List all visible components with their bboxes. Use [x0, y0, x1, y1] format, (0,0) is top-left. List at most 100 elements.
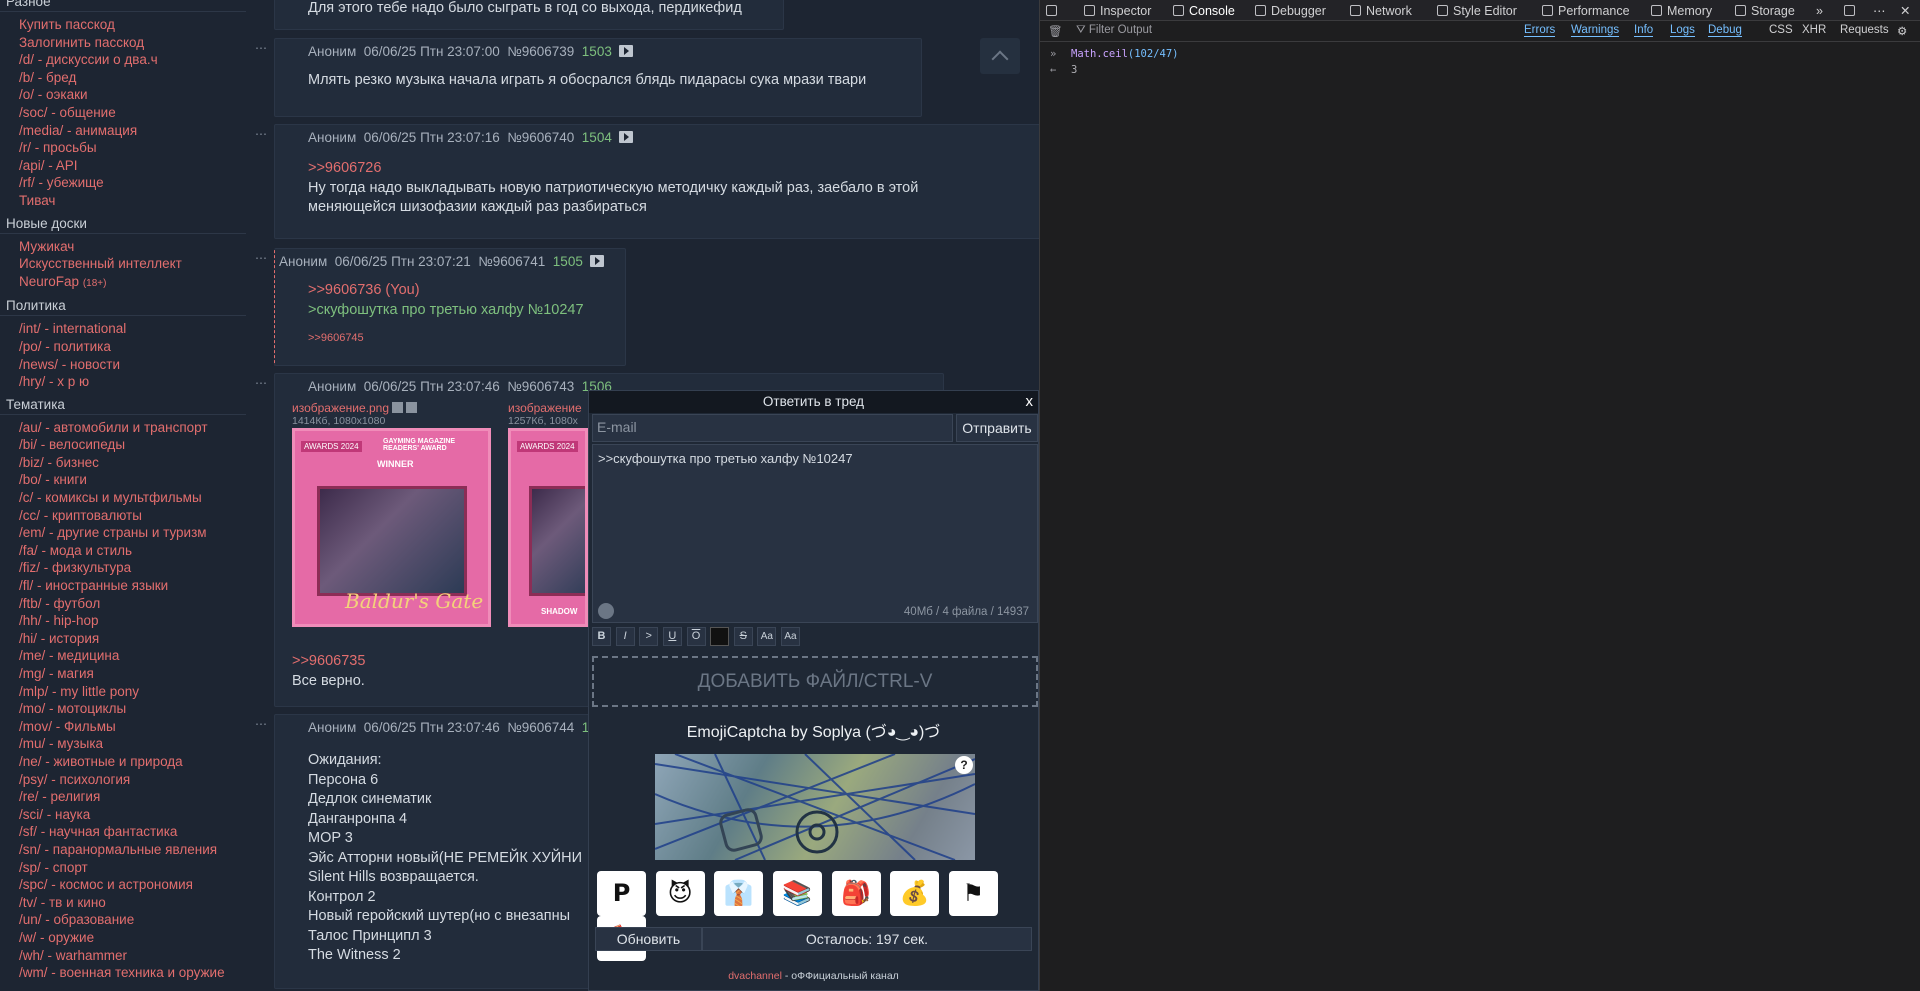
filter-debug[interactable]: Debug [1708, 24, 1742, 37]
board-link[interactable]: /r/ - просьбы [0, 139, 246, 157]
filter-xhr[interactable]: XHR [1802, 24, 1826, 36]
italic-button[interactable]: I [615, 627, 635, 646]
board-link[interactable]: /sp/ - спорт [0, 859, 246, 877]
board-link[interactable]: Искусственный интеллект [0, 255, 246, 273]
board-link[interactable]: /un/ - образование [0, 911, 246, 929]
dock-icon[interactable] [1844, 2, 1860, 20]
download-icon[interactable] [406, 402, 418, 413]
post-menu-icon[interactable]: ⋯ [255, 376, 267, 390]
message-textarea[interactable]: >>скуфошутка про третью халфу №10247 40М… [592, 444, 1038, 623]
settings-gear-icon[interactable]: ⚙ [1897, 24, 1907, 38]
board-link[interactable]: /re/ - религия [0, 788, 246, 806]
board-link[interactable]: /fa/ - мода и стиль [0, 542, 246, 560]
board-link[interactable]: /cc/ - криптовалюты [0, 507, 246, 525]
board-link[interactable]: /sn/ - паранормальные явления [0, 841, 246, 859]
board-link[interactable]: /ftb/ - футбол [0, 595, 246, 613]
board-link[interactable]: /wh/ - warhammer [0, 947, 246, 965]
email-field[interactable]: E-mail [592, 414, 953, 442]
overline-button[interactable]: O [686, 627, 706, 646]
tab-console[interactable]: Console [1173, 2, 1235, 20]
quote-button[interactable]: > [639, 627, 659, 646]
board-link[interactable]: /psy/ - психология [0, 771, 246, 789]
board-link[interactable]: /sf/ - научная фантастика [0, 823, 246, 841]
play-icon[interactable] [589, 255, 604, 267]
filter-info[interactable]: Info [1634, 24, 1654, 37]
tab-memory[interactable]: Memory [1651, 2, 1712, 20]
send-button[interactable]: Отправить [956, 414, 1038, 442]
spoiler-button[interactable] [710, 627, 730, 646]
bold-button[interactable]: B [592, 627, 611, 646]
play-icon[interactable] [618, 131, 633, 143]
add-file-dropzone[interactable]: ДОБАВИТЬ ФАЙЛ/CTRL-V [592, 656, 1038, 707]
post-menu-icon[interactable]: ⋯ [255, 127, 267, 141]
post-id[interactable]: №9606744 [507, 720, 574, 735]
board-link[interactable]: /api/ - API [0, 157, 246, 175]
tab-performance[interactable]: Performance [1542, 2, 1630, 20]
close-devtools-icon[interactable]: ✕ [1900, 2, 1910, 20]
subscript-button[interactable]: Aa [781, 627, 800, 646]
board-link[interactable]: /news/ - новости [0, 356, 246, 374]
element-picker-icon[interactable] [1046, 2, 1062, 20]
channel-link[interactable]: dvachannel [728, 970, 782, 982]
filter-warnings[interactable]: Warnings [1571, 24, 1620, 37]
filter-requests[interactable]: Requests [1840, 24, 1889, 36]
refresh-captcha-button[interactable]: Обновить [595, 927, 702, 951]
board-link[interactable]: /po/ - политика [0, 338, 246, 356]
board-link[interactable]: /mu/ - музыка [0, 735, 246, 753]
console-output[interactable]: » Math.ceil(102/47) ← 3 [1040, 42, 1920, 80]
board-link[interactable]: /mov/ - Фильмы [0, 718, 246, 736]
flag-icon[interactable]: ⚑ [948, 871, 998, 916]
menu-icon[interactable]: ⋯ [1873, 2, 1886, 20]
board-link[interactable]: Залогинить пасскод [0, 34, 246, 52]
board-link[interactable]: /b/ - бред [0, 69, 246, 87]
scroll-up-button[interactable] [980, 38, 1020, 74]
board-link[interactable]: /spc/ - космос и астрономия [0, 876, 246, 894]
image-thumbnail[interactable]: AWARDS 2024 GAYMING MAGAZINE READERS' AW… [292, 428, 491, 627]
board-link[interactable]: /hi/ - история [0, 630, 246, 648]
books-icon[interactable]: 📚 [772, 871, 822, 916]
board-link[interactable]: /em/ - другие страны и туризм [0, 524, 246, 542]
reply-link[interactable]: >>9606726 [308, 159, 1029, 179]
post-id[interactable]: №9606739 [507, 44, 574, 59]
filter-css[interactable]: CSS [1769, 24, 1793, 36]
board-link[interactable]: /int/ - international [0, 320, 246, 338]
underline-button[interactable]: U [662, 627, 682, 646]
board-link[interactable]: /tv/ - тв и кино [0, 894, 246, 912]
backlink[interactable]: >>9606745 [308, 332, 611, 344]
post-menu-icon[interactable]: ⋯ [255, 41, 267, 55]
board-link[interactable]: /ne/ - животные и природа [0, 753, 246, 771]
board-link[interactable]: /wm/ - военная техника и оружие [0, 964, 246, 982]
reply-form-header[interactable]: Ответить в тред x [589, 391, 1038, 413]
board-link[interactable]: /bi/ - велосипеды [0, 436, 246, 454]
filter-errors[interactable]: Errors [1524, 24, 1556, 37]
board-link[interactable]: /d/ - дискуссии о два.ч [0, 51, 246, 69]
board-link[interactable]: /fl/ - иностранные языки [0, 577, 246, 595]
board-link[interactable]: /soc/ - общение [0, 104, 246, 122]
board-link[interactable]: /rf/ - убежище [0, 174, 246, 192]
tab-inspector[interactable]: Inspector [1084, 2, 1151, 20]
post-menu-icon[interactable]: ⋯ [255, 251, 267, 265]
emoji-icon[interactable] [598, 603, 614, 619]
reply-link[interactable]: >>9606735 [292, 652, 365, 672]
captcha-help-icon[interactable]: ? [955, 756, 973, 774]
board-link[interactable]: /au/ - автомобили и транспорт [0, 419, 246, 437]
board-link[interactable]: /sci/ - наука [0, 806, 246, 824]
filter-logs[interactable]: Logs [1670, 24, 1695, 37]
board-link[interactable]: /fiz/ - физкультура [0, 559, 246, 577]
trash-icon[interactable]: 🗑 [1048, 24, 1063, 38]
board-link[interactable]: /mo/ - мотоциклы [0, 700, 246, 718]
close-button[interactable]: x [1026, 391, 1034, 413]
suit-icon[interactable]: 👔 [714, 871, 764, 916]
board-link[interactable]: /c/ - комиксы и мультфильмы [0, 489, 246, 507]
board-link[interactable]: /mg/ - магия [0, 665, 246, 683]
board-link[interactable]: /media/ - анимация [0, 122, 246, 140]
money-bag-icon[interactable]: 💰 [890, 871, 940, 916]
board-link[interactable]: Купить пасскод [0, 16, 246, 34]
post-id[interactable]: №9606741 [478, 254, 545, 269]
board-link[interactable]: /o/ - оэкаки [0, 86, 246, 104]
board-link[interactable]: /biz/ - бизнес [0, 454, 246, 472]
strike-button[interactable]: S [733, 627, 753, 646]
board-link[interactable]: /me/ - медицина [0, 647, 246, 665]
post-id[interactable]: №9606740 [507, 130, 574, 145]
board-link[interactable]: /hh/ - hip-hop [0, 612, 246, 630]
